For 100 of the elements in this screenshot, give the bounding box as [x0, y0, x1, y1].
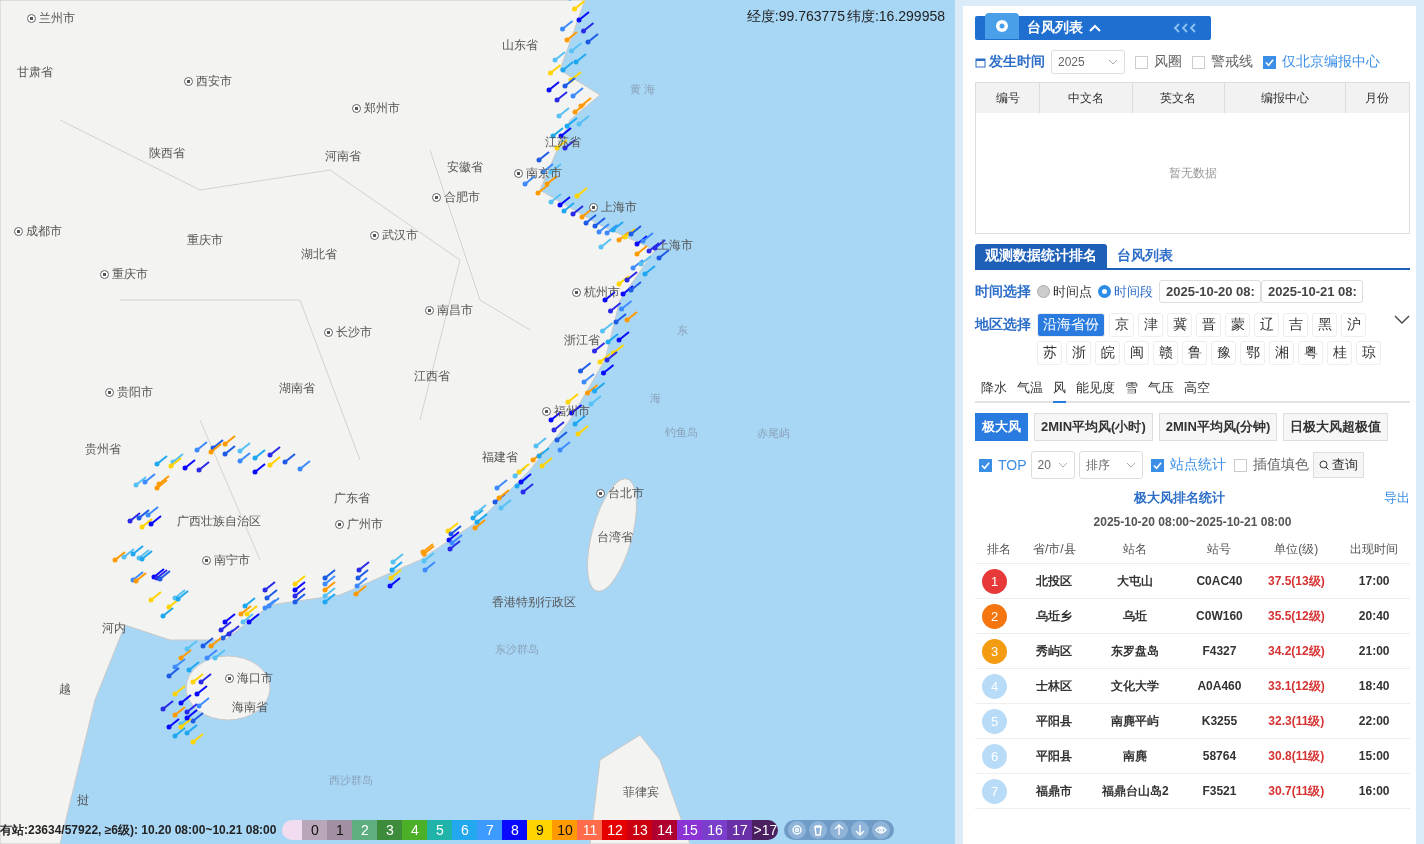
- collapse-icon[interactable]: [1089, 24, 1101, 32]
- place-name: 菲律宾: [623, 784, 659, 801]
- place-name: 南昌市: [437, 302, 473, 319]
- region-option[interactable]: 京: [1109, 313, 1134, 337]
- element-tab[interactable]: 高空: [1184, 377, 1210, 403]
- place-name: 河内: [102, 620, 126, 637]
- region-option[interactable]: 黑: [1312, 313, 1337, 337]
- empty-message: 暂无数据: [1168, 165, 1217, 180]
- checkbox[interactable]: 仅北京编报中心: [1263, 53, 1380, 71]
- calendar-icon: [975, 56, 986, 68]
- column-header: 站名: [1086, 535, 1185, 564]
- region-option[interactable]: 桂: [1327, 341, 1352, 365]
- table-cell: 南麂平屿: [1086, 703, 1185, 739]
- place-name: 广州市: [347, 516, 383, 533]
- element-tab[interactable]: 风: [1053, 377, 1066, 403]
- checkmark-icon: [1265, 57, 1274, 67]
- region-option[interactable]: 津: [1138, 313, 1163, 337]
- legend-swatch: 15: [677, 820, 703, 840]
- legend-swatch: 0: [302, 820, 328, 840]
- arrow-down-icon[interactable]: [851, 821, 870, 839]
- expand-icon[interactable]: [1394, 315, 1410, 325]
- chevron-down-icon: [1108, 59, 1118, 65]
- table-cell: C0W160: [1184, 598, 1255, 634]
- table-cell: 58764: [1184, 738, 1255, 774]
- table-cell: 34.2(12级): [1254, 633, 1339, 669]
- region-option[interactable]: 赣: [1153, 341, 1178, 365]
- region-option[interactable]: 琼: [1356, 341, 1381, 365]
- table-cell: 大屯山: [1086, 563, 1185, 599]
- region-option[interactable]: 皖: [1095, 341, 1120, 365]
- region-option[interactable]: 浙: [1066, 341, 1091, 365]
- place-name: 湖北省: [301, 246, 337, 263]
- radio-button[interactable]: 时间段: [1098, 282, 1153, 301]
- region-option[interactable]: 沪: [1341, 313, 1366, 337]
- double-chevron-left-icon[interactable]: [1173, 23, 1199, 33]
- region-option[interactable]: 闽: [1124, 341, 1149, 365]
- rank-badge: 6: [982, 743, 1007, 769]
- coordinate-readout: 纬度:16.299958: [846, 8, 945, 26]
- column-header: 编号: [975, 82, 1040, 113]
- place-name: 湖南省: [279, 380, 315, 397]
- arrow-up-icon[interactable]: [830, 821, 849, 839]
- end-date-field[interactable]: 2025-10-21 08:: [1261, 280, 1363, 303]
- export-link[interactable]: 导出: [1384, 489, 1410, 507]
- checkbox[interactable]: 风圈: [1135, 53, 1182, 71]
- table-cell: 17:00: [1338, 563, 1410, 599]
- column-header: 英文名: [1132, 82, 1225, 113]
- start-date-field[interactable]: 2025-10-20 08:: [1159, 280, 1261, 303]
- legend-swatch: 6: [452, 820, 478, 840]
- radio-button[interactable]: 时间点: [1037, 282, 1092, 301]
- legend-swatch: 13: [627, 820, 653, 840]
- table-cell: 福鼎市: [1022, 773, 1087, 809]
- place-name: 贵州省: [85, 441, 121, 458]
- table-cell: 15:00: [1338, 738, 1410, 774]
- tab[interactable]: 观测数据统计排名: [975, 244, 1107, 268]
- city-marker-icon: [184, 77, 193, 86]
- region-option[interactable]: 粤: [1298, 341, 1323, 365]
- region-option[interactable]: 冀: [1167, 313, 1192, 337]
- city-marker-icon: [596, 489, 605, 498]
- target-icon[interactable]: [788, 821, 807, 839]
- table-cell: A0A460: [1184, 668, 1255, 704]
- place-name: 广东省: [334, 490, 370, 507]
- region-option[interactable]: 豫: [1211, 341, 1236, 365]
- region-option[interactable]: 鄂: [1240, 341, 1265, 365]
- table-cell: 平阳县: [1022, 703, 1087, 739]
- place-name: 贵阳市: [117, 384, 153, 401]
- wind-type-button[interactable]: 日极大风超极值: [1283, 413, 1389, 441]
- element-tab[interactable]: 气压: [1148, 377, 1174, 403]
- region-option[interactable]: 沿海省份: [1037, 313, 1105, 337]
- place-name: 挝: [77, 792, 89, 809]
- table-cell: 22:00: [1338, 703, 1410, 739]
- region-option[interactable]: 苏: [1037, 341, 1062, 365]
- region-option[interactable]: 鲁: [1182, 341, 1207, 365]
- region-option[interactable]: 辽: [1254, 313, 1279, 337]
- chevron-down-icon: [1057, 462, 1068, 468]
- city-marker-icon: [432, 193, 441, 202]
- legend-swatch: 10: [552, 820, 578, 840]
- element-tab[interactable]: 雪: [1125, 377, 1138, 403]
- wind-type-button[interactable]: 2MIN平均风(分钟): [1158, 413, 1278, 441]
- element-tab[interactable]: 降水: [981, 377, 1007, 403]
- region-option[interactable]: 晋: [1196, 313, 1221, 337]
- trash-icon[interactable]: [809, 821, 828, 839]
- wind-type-button[interactable]: 极大风: [975, 413, 1028, 441]
- eye-icon[interactable]: [872, 821, 891, 839]
- column-header: 省/市/县: [1022, 535, 1087, 564]
- tab[interactable]: 台风列表: [1107, 244, 1183, 268]
- sort-select[interactable]: 排序: [1078, 451, 1143, 479]
- place-name: 南宁市: [214, 552, 250, 569]
- wind-type-button[interactable]: 2MIN平均风(小时): [1034, 413, 1153, 441]
- query-button[interactable]: 查询: [1312, 452, 1364, 478]
- checkbox[interactable]: 警戒线: [1192, 53, 1253, 71]
- region-option[interactable]: 湘: [1269, 341, 1294, 365]
- checkbox[interactable]: 插值填色: [1233, 456, 1309, 474]
- count-select[interactable]: 20: [1030, 451, 1075, 479]
- region-option[interactable]: 吉: [1283, 313, 1308, 337]
- year-select[interactable]: 2025: [1051, 50, 1125, 74]
- region-option[interactable]: 蒙: [1225, 313, 1250, 337]
- panel-header[interactable]: 台风列表: [975, 16, 1211, 40]
- element-tab[interactable]: 气温: [1017, 377, 1043, 403]
- element-tab[interactable]: 能见度: [1076, 377, 1115, 403]
- place-name: 兰州市: [39, 10, 75, 27]
- checkbox[interactable]: 站点统计: [1150, 456, 1226, 474]
